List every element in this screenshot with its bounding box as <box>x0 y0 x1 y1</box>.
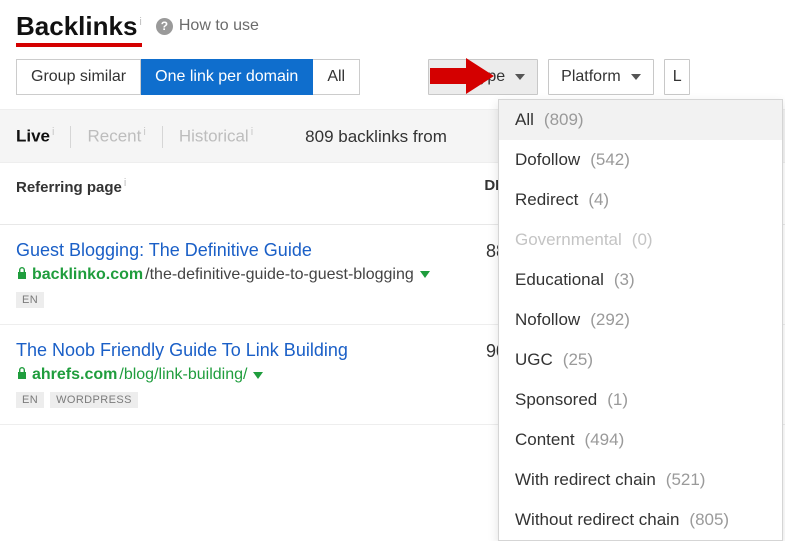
link-type-option[interactable]: Without redirect chain (805) <box>499 500 782 540</box>
option-label: Governmental <box>515 230 622 250</box>
platform-label: Platform <box>561 68 621 86</box>
question-icon: ? <box>156 18 173 35</box>
link-type-dropdown[interactable]: Link type <box>428 59 538 95</box>
how-to-use-link[interactable]: ? How to use <box>156 17 259 35</box>
link-type-option[interactable]: Educational (3) <box>499 260 782 300</box>
info-icon: i <box>251 126 253 138</box>
lock-icon <box>16 266 28 284</box>
option-count: (0) <box>632 230 653 250</box>
tag-badge: EN <box>16 392 44 408</box>
option-label: Content <box>515 430 575 450</box>
link-type-option[interactable]: Content (494) <box>499 420 782 460</box>
backlink-domain[interactable]: ahrefs.com <box>32 366 117 384</box>
option-count: (542) <box>590 150 630 170</box>
caret-down-icon <box>515 74 525 80</box>
tab-live[interactable]: Livei <box>16 126 54 147</box>
option-label: Dofollow <box>515 150 580 170</box>
how-to-use-label: How to use <box>179 17 259 35</box>
link-type-option[interactable]: With redirect chain (521) <box>499 460 782 500</box>
extra-filter-dropdown[interactable]: L <box>664 59 690 95</box>
link-type-option[interactable]: Sponsored (1) <box>499 380 782 420</box>
expand-url-icon[interactable] <box>253 372 263 379</box>
backlink-domain[interactable]: backlinko.com <box>32 266 143 284</box>
link-type-menu: All (809)Dofollow (542)Redirect (4)Gover… <box>498 99 783 541</box>
link-type-option[interactable]: Nofollow (292) <box>499 300 782 340</box>
info-icon: i <box>139 16 141 28</box>
link-type-option[interactable]: Redirect (4) <box>499 180 782 220</box>
divider <box>70 126 71 148</box>
page-title: Backlinksi <box>16 12 142 47</box>
divider <box>162 126 163 148</box>
column-dr[interactable]: DR <box>446 177 506 196</box>
info-icon: i <box>124 177 126 189</box>
one-link-per-domain-button[interactable]: One link per domain <box>141 59 313 95</box>
caret-down-icon <box>631 74 641 80</box>
option-count: (292) <box>590 310 630 330</box>
option-label: Redirect <box>515 190 578 210</box>
tab-recent[interactable]: Recenti <box>87 126 145 147</box>
platform-dropdown[interactable]: Platform <box>548 59 654 95</box>
backlink-title-link[interactable]: Guest Blogging: The Definitive Guide <box>16 239 446 262</box>
option-label: Educational <box>515 270 604 290</box>
option-count: (805) <box>689 510 729 530</box>
link-type-label: Link type <box>441 68 505 86</box>
group-all-button[interactable]: All <box>313 59 360 95</box>
link-type-option: Governmental (0) <box>499 220 782 260</box>
expand-url-icon[interactable] <box>420 271 430 278</box>
option-label: Nofollow <box>515 310 580 330</box>
lock-icon <box>16 366 28 384</box>
tab-historical[interactable]: Historicali <box>179 126 253 147</box>
dr-value: 90 <box>446 339 506 408</box>
option-count: (4) <box>588 190 609 210</box>
option-label: Sponsored <box>515 390 597 410</box>
info-icon: i <box>143 126 145 138</box>
tag-badge: WORDPRESS <box>50 392 138 408</box>
option-count: (25) <box>563 350 593 370</box>
info-icon: i <box>52 126 54 138</box>
backlink-title-link[interactable]: The Noob Friendly Guide To Link Building <box>16 339 446 362</box>
option-count: (1) <box>607 390 628 410</box>
option-count: (809) <box>544 110 584 130</box>
dr-value: 88 <box>446 239 506 308</box>
option-label: With redirect chain <box>515 470 656 490</box>
option-label: UGC <box>515 350 553 370</box>
column-referring-page[interactable]: Referring pagei <box>16 177 446 196</box>
option-count: (521) <box>666 470 706 490</box>
tag-badge: EN <box>16 292 44 308</box>
link-type-option[interactable]: Dofollow (542) <box>499 140 782 180</box>
backlink-path[interactable]: /blog/link-building/ <box>119 366 247 384</box>
extra-filter-label: L <box>673 68 682 86</box>
group-similar-button[interactable]: Group similar <box>16 59 141 95</box>
backlink-path[interactable]: /the-definitive-guide-to-guest-blogging <box>145 266 414 284</box>
option-label: Without redirect chain <box>515 510 679 530</box>
option-count: (3) <box>614 270 635 290</box>
option-label: All <box>515 110 534 130</box>
backlinks-summary: 809 backlinks from <box>305 127 447 147</box>
link-type-option[interactable]: UGC (25) <box>499 340 782 380</box>
option-count: (494) <box>585 430 625 450</box>
link-type-option[interactable]: All (809) <box>499 100 782 140</box>
